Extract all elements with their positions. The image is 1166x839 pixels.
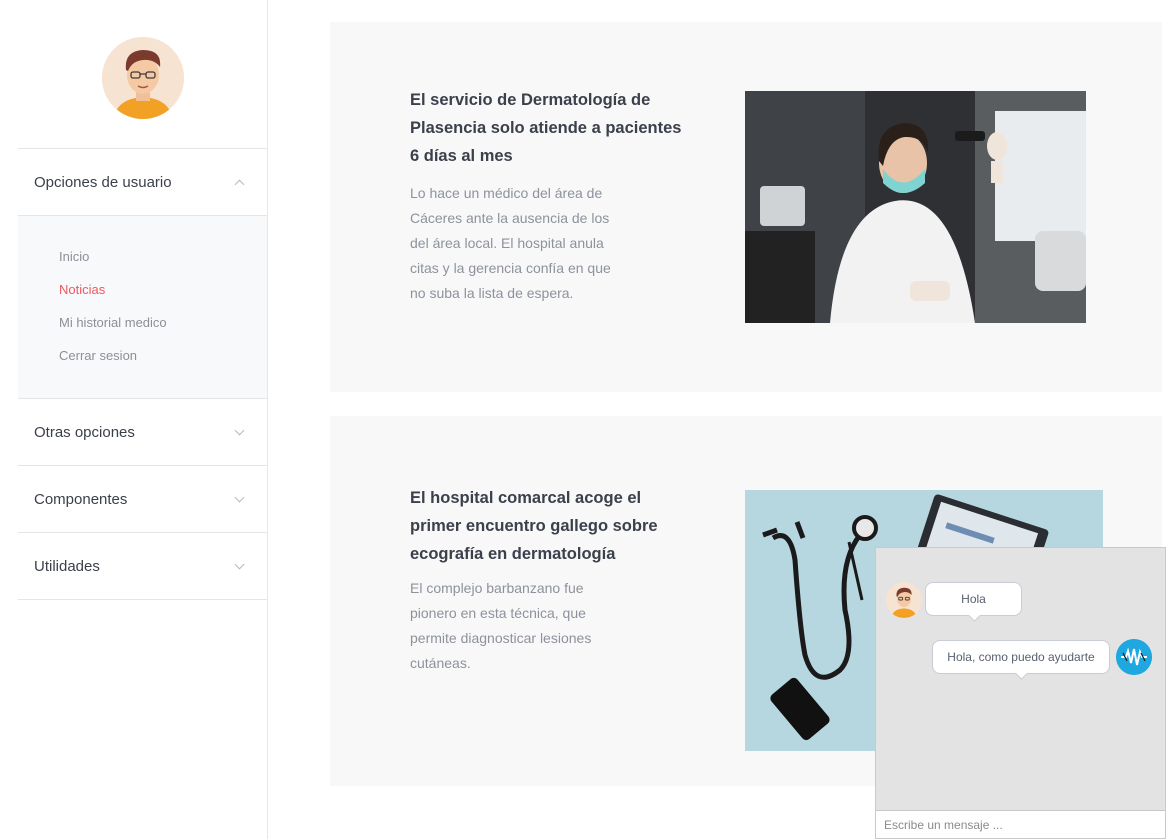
chat-message-user: Hola [925, 582, 1022, 616]
section-other-options[interactable]: Otras opciones [18, 399, 267, 466]
user-avatar [886, 582, 922, 618]
section-components[interactable]: Componentes [18, 466, 267, 533]
news-title[interactable]: El servicio de Dermatología de Plasencia… [410, 86, 690, 170]
bot-avatar [1116, 639, 1152, 675]
chevron-up-icon [234, 179, 245, 189]
news-card[interactable]: El servicio de Dermatología de Plasencia… [330, 22, 1162, 392]
section-user-options[interactable]: Opciones de usuario [18, 149, 267, 216]
chat-widget: Hola Hola, como puedo ayudarte [875, 547, 1166, 839]
menu-item-noticias[interactable]: Noticias [18, 282, 267, 315]
chevron-down-icon [234, 559, 245, 569]
user-options-submenu: Inicio Noticias Mi historial medico Cerr… [18, 216, 267, 399]
section-utilities[interactable]: Utilidades [18, 533, 267, 600]
section-label: Opciones de usuario [34, 173, 172, 191]
menu-item-inicio[interactable]: Inicio [18, 249, 267, 282]
chevron-down-icon [234, 425, 245, 435]
section-label: Componentes [34, 490, 128, 508]
section-label: Otras opciones [34, 423, 135, 441]
section-label: Utilidades [34, 557, 100, 575]
sidebar: Opciones de usuario Inicio Noticias Mi h… [18, 0, 268, 839]
news-summary: El complejo barbanzano fue pionero en es… [410, 580, 592, 671]
chat-message-input[interactable] [876, 810, 1165, 838]
news-summary: Lo hace un médico del área de Cáceres an… [410, 185, 611, 301]
user-avatar[interactable] [102, 37, 184, 119]
chat-message-bot: Hola, como puedo ayudarte [932, 640, 1110, 674]
chat-messages: Hola Hola, como puedo ayudarte [876, 548, 1165, 810]
menu-item-cerrar-sesion[interactable]: Cerrar sesion [18, 348, 267, 381]
news-title[interactable]: El hospital comarcal acoge el primer enc… [410, 484, 690, 568]
chevron-down-icon [234, 492, 245, 502]
profile-header [18, 0, 267, 149]
menu-item-historial-medico[interactable]: Mi historial medico [18, 315, 267, 348]
news-image-doctor [745, 91, 1086, 323]
